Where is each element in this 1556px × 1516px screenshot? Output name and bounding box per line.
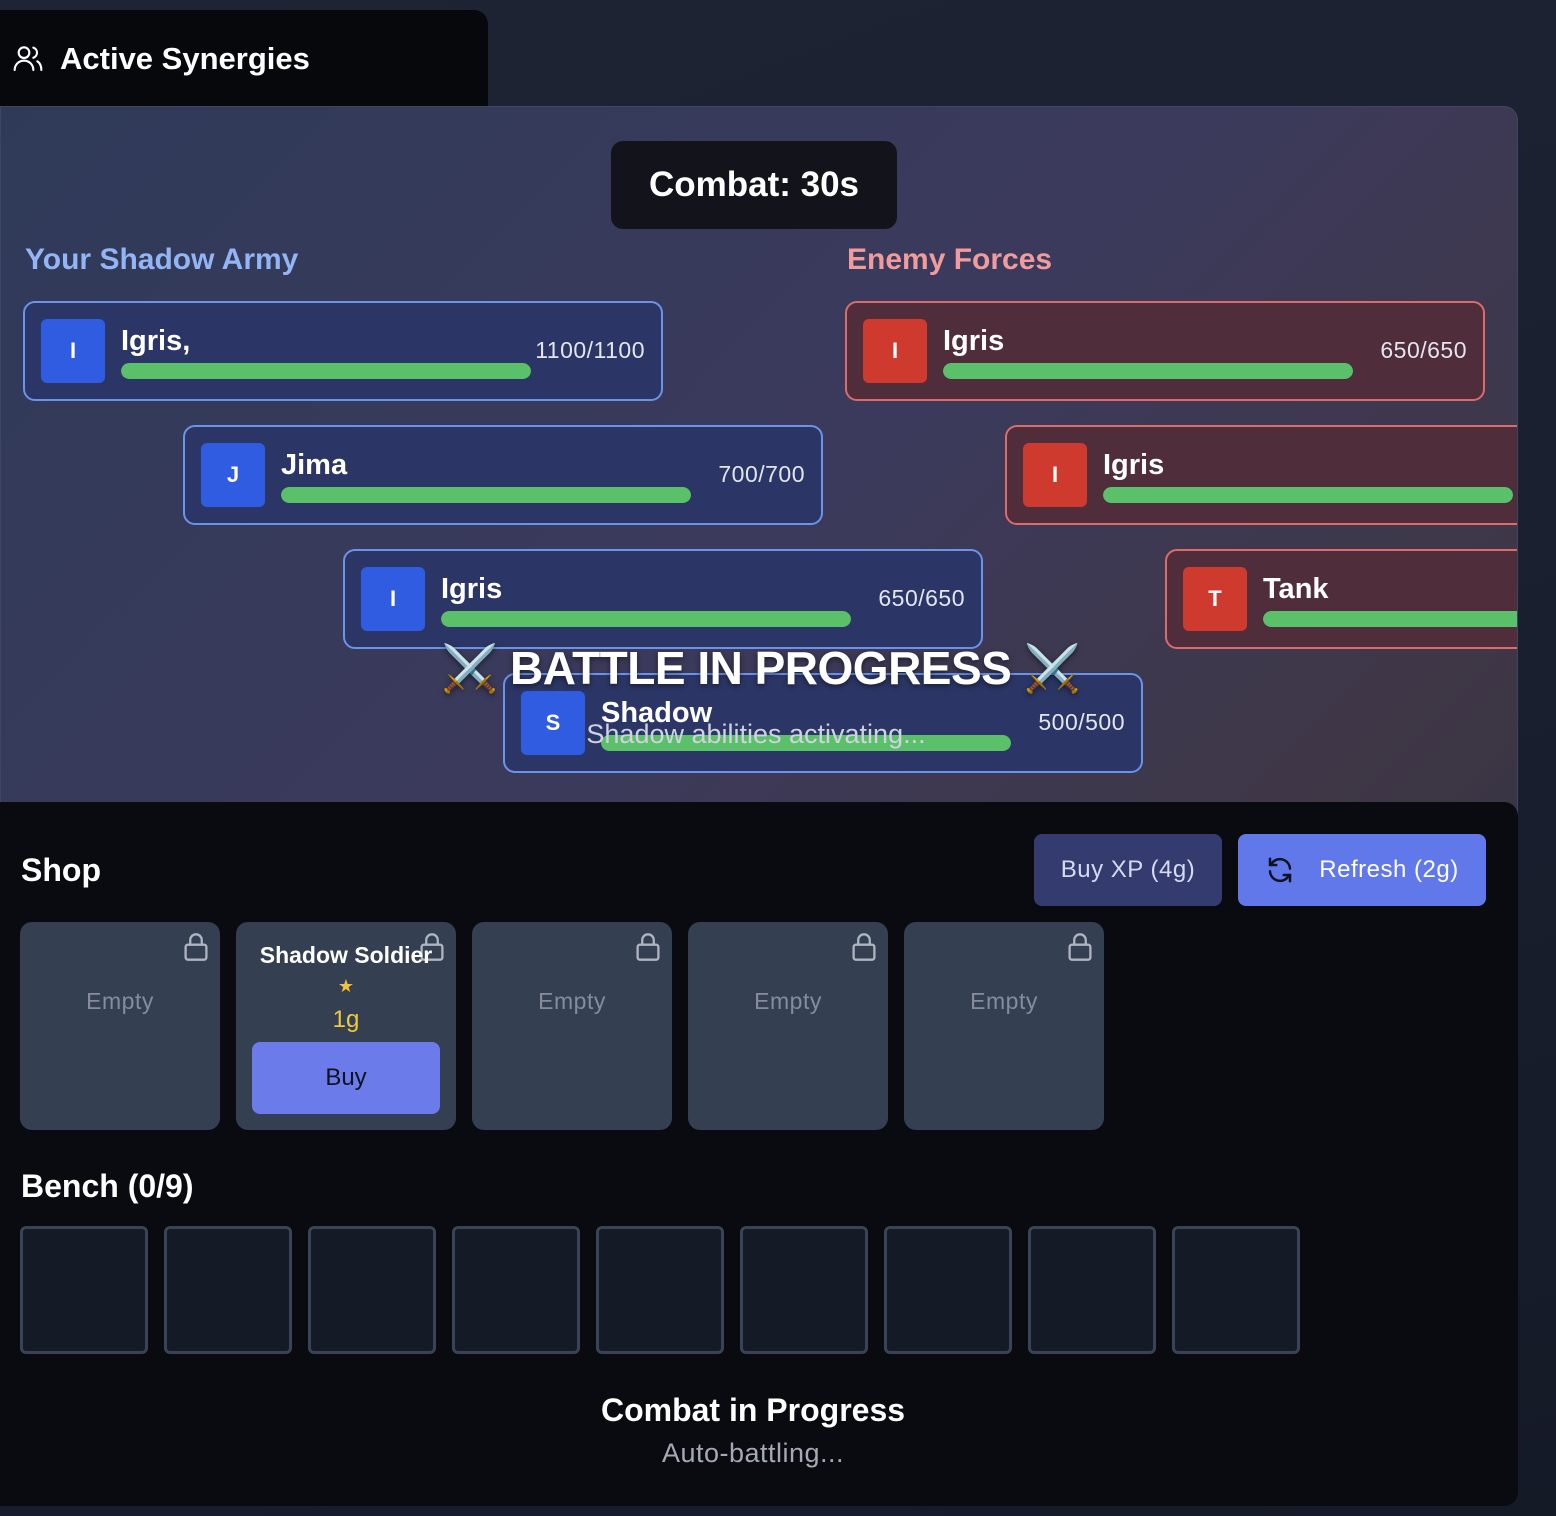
bench-slot[interactable] [20,1226,148,1354]
bench-slot[interactable] [740,1226,868,1354]
unit-initial-badge: I [361,567,425,631]
star-icon: ★ [337,976,355,996]
bench-slot[interactable] [596,1226,724,1354]
lock-icon[interactable] [850,932,878,962]
enemy-unit-card[interactable]: T Tank [1165,549,1517,649]
unit-hp-bar [1103,487,1513,503]
ally-unit-card[interactable]: I Igris, 1100/1100 [23,301,663,401]
bench-slot[interactable] [164,1226,292,1354]
unit-hp-bar [281,487,691,503]
unit-hp-bar [943,363,1353,379]
bench-slot[interactable] [884,1226,1012,1354]
unit-name: Igris [943,325,1005,357]
shop-slot-empty[interactable]: Empty [904,922,1104,1130]
unit-hp-text: 650/650 [1380,337,1467,363]
shop-title: Shop [21,852,101,888]
ally-army-title: Your Shadow Army [25,243,299,276]
unit-initial-badge: T [1183,567,1247,631]
bench-slot[interactable] [452,1226,580,1354]
bench-slot[interactable] [1028,1226,1156,1354]
enemy-unit-card[interactable]: I Igris [1005,425,1517,525]
empty-slot-label: Empty [538,988,606,1014]
shop-slot-empty[interactable]: Empty [688,922,888,1130]
empty-slot-label: Empty [970,988,1038,1014]
unit-hp-text: 700/700 [718,461,805,487]
shop-unit-name: Shadow Soldier [259,942,433,968]
shop-panel: Shop Buy XP (4g) Refresh (2g) Empty Shad… [0,802,1518,1506]
unit-initial-badge: I [863,319,927,383]
lock-icon[interactable] [634,932,662,962]
hp-bar-fill [943,363,1353,379]
unit-hp-bar [441,611,851,627]
lock-icon[interactable] [182,932,210,962]
hp-bar-fill [441,611,851,627]
unit-hp-bar [121,363,531,379]
unit-initial-badge: I [1023,443,1087,507]
enemy-army-title: Enemy Forces [847,243,1053,276]
shop-unit-cost: 1g [332,1006,360,1033]
ally-unit-card[interactable]: I Igris 650/650 [343,549,983,649]
unit-hp-text: 1100/1100 [535,337,645,363]
unit-hp-bar [1263,611,1517,627]
unit-initial-badge: I [41,319,105,383]
ally-unit-card[interactable]: J Jima 700/700 [183,425,823,525]
unit-name: Igris [1103,449,1165,481]
lock-icon[interactable] [1066,932,1094,962]
unit-hp-text: 650/650 [878,585,965,611]
users-icon [13,46,43,72]
hp-bar-fill [1263,611,1517,627]
hp-bar-fill [281,487,691,503]
combat-status-subtitle: Auto-battling... [661,1438,845,1468]
synergies-title: Active Synergies [60,41,310,76]
shop-slot-empty[interactable]: Empty [20,922,220,1130]
hp-bar-fill [121,363,531,379]
bench-title: Bench (0/9) [21,1168,194,1204]
combat-status-title: Combat in Progress [600,1392,906,1428]
empty-slot-label: Empty [754,988,822,1014]
combat-timer: Combat: 30s [611,141,897,229]
synergies-panel[interactable]: Active Synergies [0,10,488,110]
refresh-shop-button[interactable]: Refresh (2g) [1238,834,1486,906]
enemy-unit-card[interactable]: I Igris 650/650 [845,301,1485,401]
unit-initial-badge: J [201,443,265,507]
refresh-label: Refresh (2g) [1319,856,1459,883]
buy-button[interactable]: Buy [252,1042,440,1114]
buy-xp-button[interactable]: Buy XP (4g) [1034,834,1222,906]
bench-slot[interactable] [1172,1226,1300,1354]
hp-bar-fill [1103,487,1513,503]
battle-banner: ⚔️ BATTLE IN PROGRESS ⚔️ [441,642,1081,694]
unit-name: Jima [281,449,348,481]
unit-name: Tank [1263,573,1329,605]
bench-slot[interactable] [308,1226,436,1354]
refresh-icon [1269,857,1292,883]
empty-slot-label: Empty [86,988,154,1014]
unit-name: Igris [441,573,503,605]
shop-slot-unit[interactable]: Shadow Soldier ★ 1g Buy [236,922,456,1130]
unit-name: Igris, [121,325,191,357]
shop-slot-empty[interactable]: Empty [472,922,672,1130]
battle-subtitle: Shadow abilities activating... [586,719,926,749]
